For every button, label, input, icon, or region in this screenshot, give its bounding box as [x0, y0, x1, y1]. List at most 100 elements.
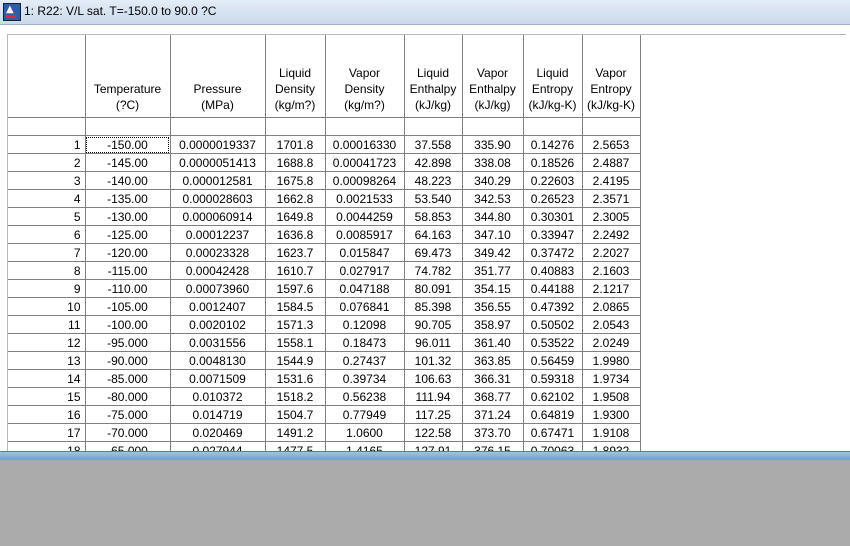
table-cell[interactable]: 2.1603: [582, 261, 641, 280]
table-cell[interactable]: 0.67471: [523, 423, 583, 442]
table-cell[interactable]: 0.53522: [523, 333, 583, 352]
column-header[interactable]: Vapor Entropy (kJ/kg-K): [582, 35, 641, 118]
row-number[interactable]: 4: [8, 189, 86, 208]
table-cell[interactable]: 122.58: [404, 423, 463, 442]
table-cell[interactable]: 0.000028603: [170, 189, 266, 208]
row-number[interactable]: 13: [8, 351, 86, 370]
table-cell[interactable]: -70.000: [85, 423, 171, 442]
table-cell[interactable]: 1544.9: [265, 351, 326, 370]
table-cell[interactable]: 0.26523: [523, 189, 583, 208]
table-cell[interactable]: -105.00: [85, 297, 171, 316]
table-cell[interactable]: 37.558: [404, 135, 463, 154]
table-row[interactable]: 3 -140.00 0.000012581 1675.8 0.00098264 48.22…: [8, 171, 641, 190]
row-number[interactable]: 15: [8, 387, 86, 406]
row-number[interactable]: 5: [8, 207, 86, 226]
table-row[interactable]: 8 -115.00 0.00042428 1610.7 0.027917 74.782 35…: [8, 261, 641, 280]
table-cell[interactable]: 0.076841: [325, 297, 405, 316]
table-cell[interactable]: 1.9734: [582, 369, 641, 388]
column-header[interactable]: Liquid Entropy (kJ/kg-K): [523, 35, 583, 118]
table-cell[interactable]: -130.00: [85, 207, 171, 226]
table-cell[interactable]: 351.77: [462, 261, 524, 280]
table-cell[interactable]: 356.55: [462, 297, 524, 316]
table-cell[interactable]: 106.63: [404, 369, 463, 388]
row-number[interactable]: 11: [8, 315, 86, 334]
table-cell[interactable]: 368.77: [462, 387, 524, 406]
table-cell[interactable]: -95.000: [85, 333, 171, 352]
table-cell[interactable]: 0.56459: [523, 351, 583, 370]
table-cell[interactable]: 0.020469: [170, 423, 266, 442]
table-cell[interactable]: 1558.1: [265, 333, 326, 352]
column-header[interactable]: Liquid Enthalpy (kJ/kg): [404, 35, 463, 118]
table-cell[interactable]: 2.0249: [582, 333, 641, 352]
title-bar[interactable]: ▲ 1: R22: V/L sat. T=-150.0 to 90.0 ?C: [0, 0, 850, 25]
table-cell[interactable]: 2.0865: [582, 297, 641, 316]
table-row[interactable]: 4 -135.00 0.000028603 1662.8 0.0021533 53.540…: [8, 189, 641, 208]
table-cell[interactable]: -145.00: [85, 153, 171, 172]
table-cell[interactable]: 1571.3: [265, 315, 326, 334]
table-cell[interactable]: 0.0048130: [170, 351, 266, 370]
table-cell[interactable]: 0.0085917: [325, 225, 405, 244]
table-cell[interactable]: 1584.5: [265, 297, 326, 316]
table-cell[interactable]: 2.4887: [582, 153, 641, 172]
table-cell[interactable]: -85.000: [85, 369, 171, 388]
table-cell[interactable]: 101.32: [404, 351, 463, 370]
table-row[interactable]: 17 -70.000 0.020469 1491.2 1.0600 122.58 373.7…: [8, 423, 641, 442]
table-cell[interactable]: 2.5653: [582, 135, 641, 154]
table-cell[interactable]: 0.0021533: [325, 189, 405, 208]
table-row[interactable]: 1 -150.00 0.0000019337 1701.8 0.00016330 37.5…: [8, 135, 641, 154]
table-cell[interactable]: 0.00023328: [170, 243, 266, 262]
table-cell[interactable]: 335.90: [462, 135, 524, 154]
table-cell[interactable]: 1.9980: [582, 351, 641, 370]
column-header[interactable]: Vapor Density (kg/m?): [325, 35, 405, 118]
table-cell[interactable]: 0.00012237: [170, 225, 266, 244]
table-cell[interactable]: 0.33947: [523, 225, 583, 244]
table-cell[interactable]: -100.00: [85, 315, 171, 334]
table-cell[interactable]: 64.163: [404, 225, 463, 244]
table-cell[interactable]: 0.00016330: [325, 135, 405, 154]
table-cell[interactable]: 0.12098: [325, 315, 405, 334]
table-cell[interactable]: -90.000: [85, 351, 171, 370]
table-cell[interactable]: 1675.8: [265, 171, 326, 190]
table-cell[interactable]: 85.398: [404, 297, 463, 316]
table-cell[interactable]: 373.70: [462, 423, 524, 442]
table-cell[interactable]: 0.47392: [523, 297, 583, 316]
table-row[interactable]: 15 -80.000 0.010372 1518.2 0.56238 111.94 368.…: [8, 387, 641, 406]
table-cell[interactable]: -115.00: [85, 261, 171, 280]
table-cell[interactable]: 1491.2: [265, 423, 326, 442]
row-number[interactable]: 12: [8, 333, 86, 352]
table-cell[interactable]: 2.2027: [582, 243, 641, 262]
table-cell[interactable]: 0.000012581: [170, 171, 266, 190]
row-number[interactable]: 6: [8, 225, 86, 244]
table-cell[interactable]: 48.223: [404, 171, 463, 190]
table-cell[interactable]: 0.27437: [325, 351, 405, 370]
table-row[interactable]: 13 -90.000 0.0048130 1544.9 0.27437 101.32 363…: [8, 351, 641, 370]
table-cell[interactable]: 0.50502: [523, 315, 583, 334]
table-cell[interactable]: 0.010372: [170, 387, 266, 406]
table-cell[interactable]: 0.64819: [523, 405, 583, 424]
table-cell[interactable]: 1.9108: [582, 423, 641, 442]
table-cell[interactable]: 1636.8: [265, 225, 326, 244]
table-cell[interactable]: 2.4195: [582, 171, 641, 190]
table-cell[interactable]: 0.0020102: [170, 315, 266, 334]
table-cell[interactable]: 349.42: [462, 243, 524, 262]
column-header[interactable]: Vapor Enthalpy (kJ/kg): [462, 35, 524, 118]
row-number-header[interactable]: [8, 35, 86, 118]
table-cell[interactable]: 117.25: [404, 405, 463, 424]
table-cell[interactable]: -110.00: [85, 279, 171, 298]
row-number[interactable]: 1: [8, 135, 86, 154]
table-cell[interactable]: 0.00098264: [325, 171, 405, 190]
row-number[interactable]: 8: [8, 261, 86, 280]
table-cell[interactable]: 338.08: [462, 153, 524, 172]
table-cell[interactable]: 2.0543: [582, 315, 641, 334]
table-cell[interactable]: 0.0071509: [170, 369, 266, 388]
table-cell[interactable]: -75.000: [85, 405, 171, 424]
table-cell[interactable]: 0.18526: [523, 153, 583, 172]
table-cell[interactable]: 363.85: [462, 351, 524, 370]
table-row[interactable]: 14 -85.000 0.0071509 1531.6 0.39734 106.63 366…: [8, 369, 641, 388]
table-cell[interactable]: 1610.7: [265, 261, 326, 280]
table-cell[interactable]: 0.0031556: [170, 333, 266, 352]
column-header[interactable]: Liquid Density (kg/m?): [265, 35, 326, 118]
table-cell[interactable]: 80.091: [404, 279, 463, 298]
table-cell[interactable]: 0.44188: [523, 279, 583, 298]
row-number[interactable]: 17: [8, 423, 86, 442]
